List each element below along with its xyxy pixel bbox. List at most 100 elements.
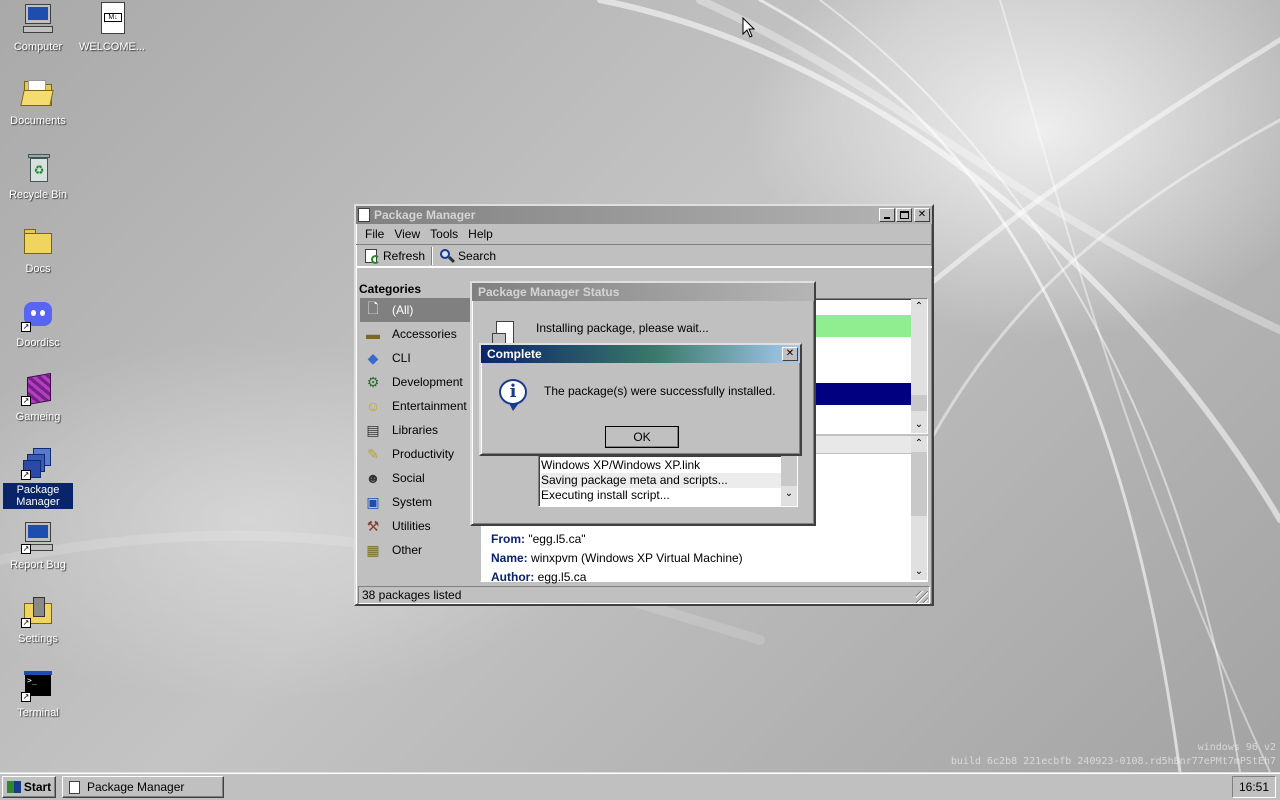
- close-button[interactable]: ✕: [782, 347, 798, 361]
- complete-dialog-titlebar[interactable]: Complete ✕: [481, 345, 800, 363]
- desktop-icon-label: Report Bug: [10, 559, 66, 571]
- package-icon: ▦: [366, 541, 380, 558]
- menu-help[interactable]: Help: [463, 227, 498, 241]
- shortcut-arrow-icon: ↗: [21, 470, 31, 480]
- details-from: From: "egg.l5.ca": [491, 530, 743, 549]
- shortcut-arrow-icon: ↗: [21, 396, 31, 406]
- scroll-down-icon[interactable]: ⌄: [911, 564, 927, 580]
- status-message: Installing package, please wait...: [536, 321, 709, 335]
- category-label: (All): [392, 303, 414, 317]
- terminal-icon: >_ ↗: [21, 668, 55, 702]
- desktop-icon-label: Settings: [18, 633, 58, 645]
- category-libraries[interactable]: ▤ Libraries: [360, 418, 478, 442]
- toolbar-separator: [431, 247, 434, 265]
- ok-button[interactable]: OK: [605, 426, 679, 448]
- taskbar-item-package-manager[interactable]: Package Manager: [62, 776, 224, 798]
- markdown-file-icon: M↓: [95, 2, 129, 36]
- category-all[interactable]: 🗋 (All): [360, 298, 478, 322]
- desktop-icon-label: WELCOME...: [78, 41, 145, 53]
- tools-icon: ⚒: [366, 517, 380, 534]
- refresh-icon: [364, 248, 380, 264]
- taskbar: Start Package Manager 16:51: [0, 772, 1280, 800]
- package-manager-icon: ↗: [21, 446, 55, 480]
- close-icon: ✕: [917, 209, 927, 220]
- scroll-up-icon[interactable]: ⌃: [911, 299, 927, 315]
- shortcut-arrow-icon: ↗: [21, 544, 31, 554]
- status-dialog-titlebar[interactable]: Package Manager Status: [472, 283, 814, 301]
- close-button[interactable]: ✕: [914, 208, 930, 222]
- package-list-scrollbar[interactable]: ⌃ ⌄: [911, 299, 927, 433]
- desktop-icon-package-manager[interactable]: ↗ Package Manager: [0, 446, 76, 509]
- desktop-icon-settings[interactable]: ↗ Settings: [0, 594, 76, 646]
- system-tray: 16:51: [1232, 776, 1276, 798]
- category-label: Other: [392, 543, 423, 557]
- desktop-icon-label: Recycle Bin: [8, 189, 68, 201]
- computer-icon: [21, 2, 55, 36]
- toolbox-icon: ▬: [366, 326, 380, 342]
- category-system[interactable]: ▣ System: [360, 490, 478, 514]
- desktop-icon-computer[interactable]: Computer: [0, 2, 76, 54]
- notepad-icon: ✎: [367, 445, 379, 462]
- details-scrollbar[interactable]: ⌃ ⌄: [911, 436, 927, 580]
- scroll-thumb[interactable]: [911, 452, 927, 516]
- scroll-up-icon[interactable]: ⌃: [911, 436, 927, 452]
- category-entertainment[interactable]: ☺ Entertainment: [360, 394, 478, 418]
- desktop-icon-docs[interactable]: Docs: [0, 224, 76, 276]
- search-button[interactable]: Search: [435, 246, 500, 266]
- menu-view[interactable]: View: [389, 227, 425, 241]
- diamond-icon: ◆: [367, 349, 379, 366]
- scroll-thumb[interactable]: [781, 456, 797, 486]
- log-scrollbar[interactable]: ⌄: [781, 456, 797, 506]
- category-social[interactable]: ☻ Social: [360, 466, 478, 490]
- package-manager-titlebar[interactable]: Package Manager ✕: [356, 206, 932, 224]
- category-label: Accessories: [392, 327, 457, 341]
- minimize-button[interactable]: [879, 208, 895, 222]
- category-productivity[interactable]: ✎ Productivity: [360, 442, 478, 466]
- people-icon: ☻: [365, 470, 381, 486]
- chat-app-icon: ↗: [21, 298, 55, 332]
- open-folder-icon: [20, 76, 55, 110]
- desktop-icon-gameing[interactable]: ↗ Gameing: [0, 372, 76, 424]
- start-label: Start: [23, 780, 52, 794]
- clock[interactable]: 16:51: [1239, 780, 1269, 794]
- search-icon: [439, 248, 456, 264]
- category-development[interactable]: ⚙ Development: [360, 370, 478, 394]
- menu-file[interactable]: File: [360, 227, 389, 241]
- author-label: Author:: [491, 570, 535, 584]
- scroll-down-icon[interactable]: ⌄: [911, 417, 927, 433]
- scroll-thumb[interactable]: [911, 395, 927, 411]
- desktop-icon-label: Doordisc: [16, 337, 60, 349]
- desktop-icon-documents[interactable]: Documents: [0, 76, 76, 128]
- category-utilities[interactable]: ⚒ Utilities: [360, 514, 478, 538]
- desktop-icon-welcome[interactable]: M↓ WELCOME...: [74, 2, 150, 54]
- category-cli[interactable]: ◆ CLI: [360, 346, 478, 370]
- start-button[interactable]: Start: [2, 776, 56, 798]
- name-value: winxpvm (Windows XP Virtual Machine): [531, 551, 743, 565]
- shortcut-arrow-icon: ↗: [21, 692, 31, 702]
- toolbar: Refresh Search: [356, 244, 932, 268]
- desktop-icon-doordisc[interactable]: ↗ Doordisc: [0, 298, 76, 350]
- ok-label: OK: [633, 430, 651, 444]
- category-label: Utilities: [392, 519, 431, 533]
- resize-grip-icon[interactable]: [916, 591, 928, 603]
- categories-list[interactable]: 🗋 (All) ▬ Accessories ◆ CLI ⚙ Development ☺ E…: [360, 298, 478, 582]
- desktop-icon-report-bug[interactable]: ↗ Report Bug: [0, 520, 76, 572]
- desktop-icon-recycle-bin[interactable]: ♻ Recycle Bin: [0, 150, 76, 202]
- refresh-button[interactable]: Refresh: [360, 246, 429, 266]
- close-icon: ✕: [785, 348, 795, 359]
- complete-dialog-title: Complete: [487, 347, 542, 361]
- scroll-down-icon[interactable]: ⌄: [781, 486, 797, 502]
- desktop-icon-label: Gameing: [15, 411, 61, 423]
- category-other[interactable]: ▦ Other: [360, 538, 478, 562]
- name-label: Name:: [491, 551, 528, 565]
- menu-tools[interactable]: Tools: [425, 227, 463, 241]
- desktop-icon-terminal[interactable]: >_ ↗ Terminal: [0, 668, 76, 720]
- folder-icon: [21, 224, 55, 258]
- complete-dialog[interactable]: Complete ✕ i The package(s) were success…: [479, 343, 802, 456]
- monitor-icon: ▣: [366, 493, 380, 510]
- desktop-icon-label: Package Manager: [3, 483, 73, 509]
- category-accessories[interactable]: ▬ Accessories: [360, 322, 478, 346]
- maximize-button[interactable]: [896, 208, 912, 222]
- window-title: Package Manager: [374, 208, 476, 222]
- author-value: egg.l5.ca: [537, 570, 587, 584]
